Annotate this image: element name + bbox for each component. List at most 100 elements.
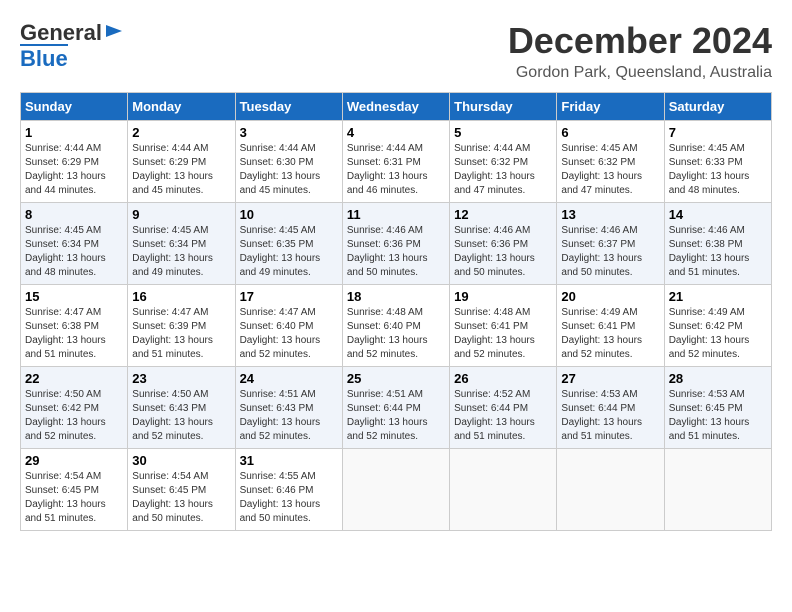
calendar-day-cell: 12 Sunrise: 4:46 AMSunset: 6:36 PMDayligh… [450,203,557,285]
day-number: 21 [669,289,767,304]
calendar-day-cell [557,449,664,531]
calendar-day-cell: 16Sunrise: 4:47 AMSunset: 6:39 PMDayligh… [128,285,235,367]
day-number: 28 [669,371,767,386]
calendar-week-row: 8 Sunrise: 4:45 AMSunset: 6:34 PMDaylight… [21,203,772,285]
day-sun-info: Sunrise: 4:45 AMSunset: 6:35 PMDaylight:… [240,224,338,280]
day-number: 24 [240,371,338,386]
day-sun-info: Sunrise: 4:54 AMSunset: 6:45 PMDaylight:… [25,470,123,526]
day-number: 26 [454,371,552,386]
day-number: 10 [240,207,338,222]
day-sun-info: Sunrise: 4:55 AMSunset: 6:46 PMDaylight:… [240,470,338,526]
calendar-day-cell [342,449,449,531]
day-sun-info: Sunrise: 4:45 AMSunset: 6:34 PMDaylight:… [132,224,230,280]
day-number: 25 [347,371,445,386]
calendar-day-cell: 18Sunrise: 4:48 AMSunset: 6:40 PMDayligh… [342,285,449,367]
day-sun-info: Sunrise: 4:46 AMSunset: 6:36 PMDaylight:… [454,224,552,280]
calendar-day-cell [450,449,557,531]
weekday-header: Sunday [21,93,128,121]
day-number: 29 [25,453,123,468]
calendar-day-cell: 19 Sunrise: 4:48 AMSunset: 6:41 PMDayligh… [450,285,557,367]
day-sun-info: Sunrise: 4:52 AMSunset: 6:44 PMDaylight:… [454,388,552,444]
page-header: General Blue December 2024 Gordon Park, … [20,20,772,82]
day-sun-info: Sunrise: 4:50 AMSunset: 6:43 PMDaylight:… [132,388,230,444]
calendar-day-cell: 5 Sunrise: 4:44 AMSunset: 6:32 PMDaylight… [450,121,557,203]
day-number: 5 [454,125,552,140]
month-title: December 2024 [508,20,772,62]
calendar-day-cell: 6 Sunrise: 4:45 AMSunset: 6:32 PMDaylight… [557,121,664,203]
day-sun-info: Sunrise: 4:44 AMSunset: 6:32 PMDaylight:… [454,142,552,198]
day-sun-info: Sunrise: 4:48 AMSunset: 6:41 PMDaylight:… [454,306,552,362]
calendar-title-area: December 2024 Gordon Park, Queensland, A… [508,20,772,82]
logo-arrow-icon [104,21,124,41]
day-number: 7 [669,125,767,140]
day-sun-info: Sunrise: 4:46 AMSunset: 6:36 PMDaylight:… [347,224,445,280]
day-number: 2 [132,125,230,140]
day-number: 14 [669,207,767,222]
day-sun-info: Sunrise: 4:53 AMSunset: 6:45 PMDaylight:… [669,388,767,444]
calendar-week-row: 22 Sunrise: 4:50 AMSunset: 6:42 PMDayligh… [21,367,772,449]
day-sun-info: Sunrise: 4:51 AMSunset: 6:44 PMDaylight:… [347,388,445,444]
day-number: 13 [561,207,659,222]
calendar-day-cell: 21 Sunrise: 4:49 AMSunset: 6:42 PMDayligh… [664,285,771,367]
day-sun-info: Sunrise: 4:44 AMSunset: 6:31 PMDaylight:… [347,142,445,198]
calendar-day-cell: 23Sunrise: 4:50 AMSunset: 6:43 PMDayligh… [128,367,235,449]
logo-blue: Blue [20,44,68,71]
day-number: 20 [561,289,659,304]
calendar-day-cell: 26 Sunrise: 4:52 AMSunset: 6:44 PMDayligh… [450,367,557,449]
day-number: 3 [240,125,338,140]
calendar-day-cell: 10 Sunrise: 4:45 AMSunset: 6:35 PMDayligh… [235,203,342,285]
day-number: 11 [347,207,445,222]
day-sun-info: Sunrise: 4:46 AMSunset: 6:37 PMDaylight:… [561,224,659,280]
weekday-header: Wednesday [342,93,449,121]
calendar-day-cell: 14 Sunrise: 4:46 AMSunset: 6:38 PMDayligh… [664,203,771,285]
day-number: 22 [25,371,123,386]
calendar-day-cell: 31Sunrise: 4:55 AMSunset: 6:46 PMDayligh… [235,449,342,531]
calendar-day-cell: 7 Sunrise: 4:45 AMSunset: 6:33 PMDaylight… [664,121,771,203]
day-number: 12 [454,207,552,222]
weekday-header: Monday [128,93,235,121]
day-sun-info: Sunrise: 4:50 AMSunset: 6:42 PMDaylight:… [25,388,123,444]
calendar-day-cell: 27 Sunrise: 4:53 AMSunset: 6:44 PMDayligh… [557,367,664,449]
calendar-day-cell: 25 Sunrise: 4:51 AMSunset: 6:44 PMDayligh… [342,367,449,449]
day-sun-info: Sunrise: 4:45 AMSunset: 6:32 PMDaylight:… [561,142,659,198]
day-number: 19 [454,289,552,304]
day-sun-info: Sunrise: 4:47 AMSunset: 6:38 PMDaylight:… [25,306,123,362]
day-number: 8 [25,207,123,222]
calendar-day-cell: 28 Sunrise: 4:53 AMSunset: 6:45 PMDayligh… [664,367,771,449]
location-title: Gordon Park, Queensland, Australia [508,64,772,82]
weekday-header: Thursday [450,93,557,121]
weekday-header-row: SundayMondayTuesdayWednesdayThursdayFrid… [21,93,772,121]
logo-general: General [20,20,102,46]
calendar-week-row: 15Sunrise: 4:47 AMSunset: 6:38 PMDayligh… [21,285,772,367]
day-sun-info: Sunrise: 4:45 AMSunset: 6:33 PMDaylight:… [669,142,767,198]
calendar-day-cell: 1 Sunrise: 4:44 AMSunset: 6:29 PMDaylight… [21,121,128,203]
calendar-day-cell: 30Sunrise: 4:54 AMSunset: 6:45 PMDayligh… [128,449,235,531]
calendar-day-cell: 13 Sunrise: 4:46 AMSunset: 6:37 PMDayligh… [557,203,664,285]
logo: General Blue [20,20,124,72]
day-sun-info: Sunrise: 4:49 AMSunset: 6:41 PMDaylight:… [561,306,659,362]
day-sun-info: Sunrise: 4:44 AMSunset: 6:29 PMDaylight:… [25,142,123,198]
weekday-header: Tuesday [235,93,342,121]
day-sun-info: Sunrise: 4:53 AMSunset: 6:44 PMDaylight:… [561,388,659,444]
calendar-day-cell: 22 Sunrise: 4:50 AMSunset: 6:42 PMDayligh… [21,367,128,449]
day-sun-info: Sunrise: 4:45 AMSunset: 6:34 PMDaylight:… [25,224,123,280]
day-sun-info: Sunrise: 4:47 AMSunset: 6:39 PMDaylight:… [132,306,230,362]
calendar-week-row: 1 Sunrise: 4:44 AMSunset: 6:29 PMDaylight… [21,121,772,203]
calendar-day-cell: 8 Sunrise: 4:45 AMSunset: 6:34 PMDaylight… [21,203,128,285]
day-sun-info: Sunrise: 4:46 AMSunset: 6:38 PMDaylight:… [669,224,767,280]
day-number: 17 [240,289,338,304]
calendar-week-row: 29 Sunrise: 4:54 AMSunset: 6:45 PMDayligh… [21,449,772,531]
day-number: 18 [347,289,445,304]
day-number: 6 [561,125,659,140]
day-number: 1 [25,125,123,140]
calendar-day-cell: 3 Sunrise: 4:44 AMSunset: 6:30 PMDaylight… [235,121,342,203]
day-sun-info: Sunrise: 4:49 AMSunset: 6:42 PMDaylight:… [669,306,767,362]
calendar-day-cell: 4Sunrise: 4:44 AMSunset: 6:31 PMDaylight… [342,121,449,203]
calendar-day-cell: 20 Sunrise: 4:49 AMSunset: 6:41 PMDayligh… [557,285,664,367]
day-sun-info: Sunrise: 4:44 AMSunset: 6:30 PMDaylight:… [240,142,338,198]
day-sun-info: Sunrise: 4:54 AMSunset: 6:45 PMDaylight:… [132,470,230,526]
calendar-day-cell: 17Sunrise: 4:47 AMSunset: 6:40 PMDayligh… [235,285,342,367]
day-sun-info: Sunrise: 4:51 AMSunset: 6:43 PMDaylight:… [240,388,338,444]
day-number: 27 [561,371,659,386]
calendar-day-cell: 29 Sunrise: 4:54 AMSunset: 6:45 PMDayligh… [21,449,128,531]
